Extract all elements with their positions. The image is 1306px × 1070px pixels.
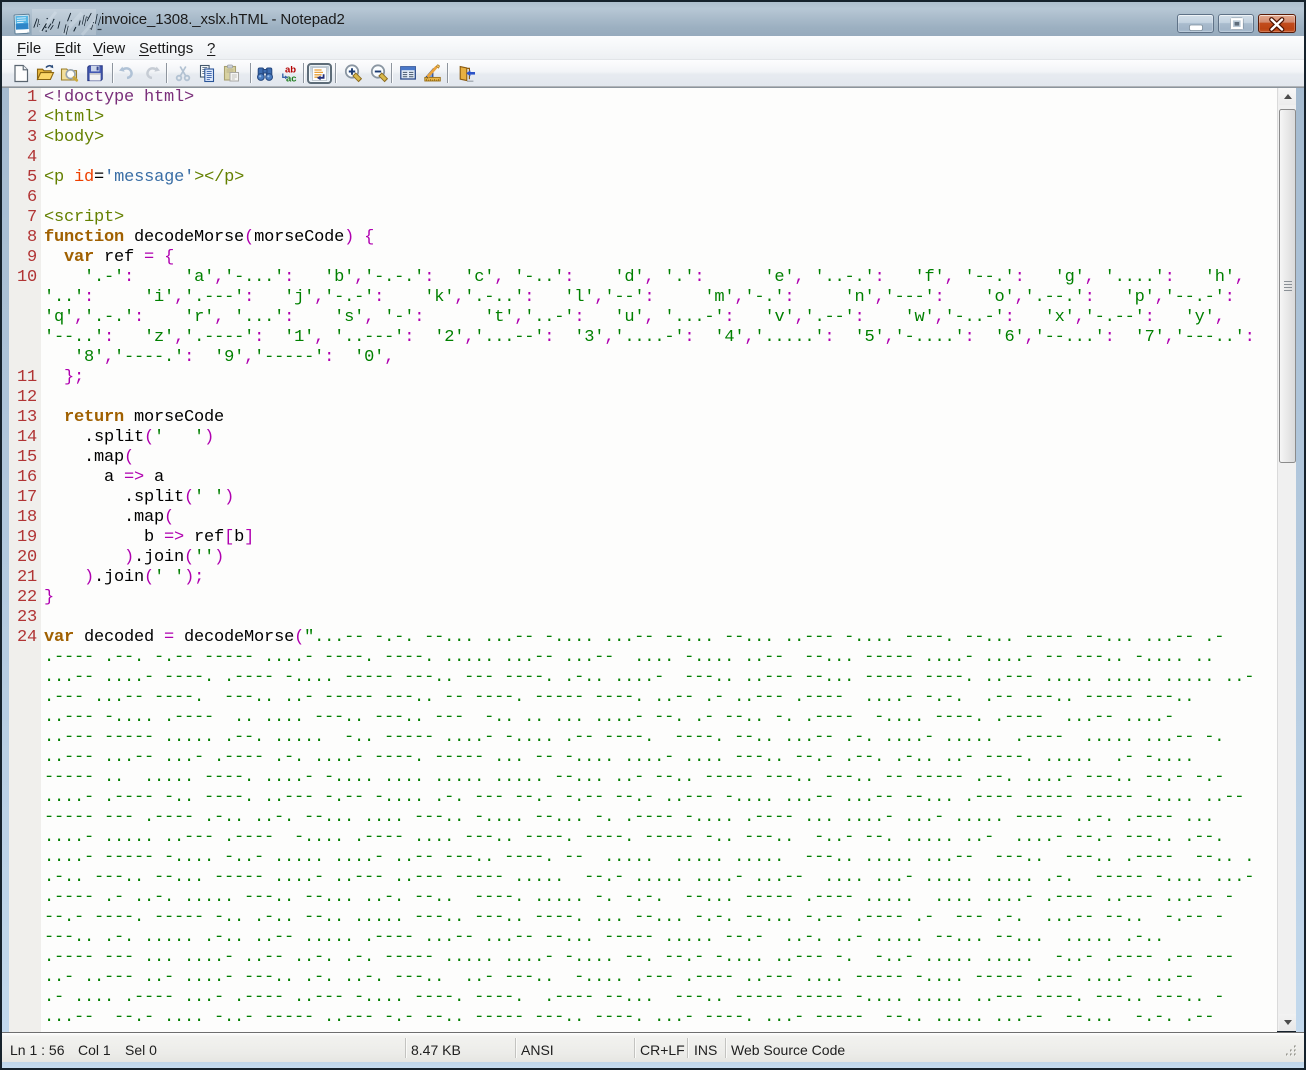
svg-text:ac: ac [286, 74, 297, 84]
